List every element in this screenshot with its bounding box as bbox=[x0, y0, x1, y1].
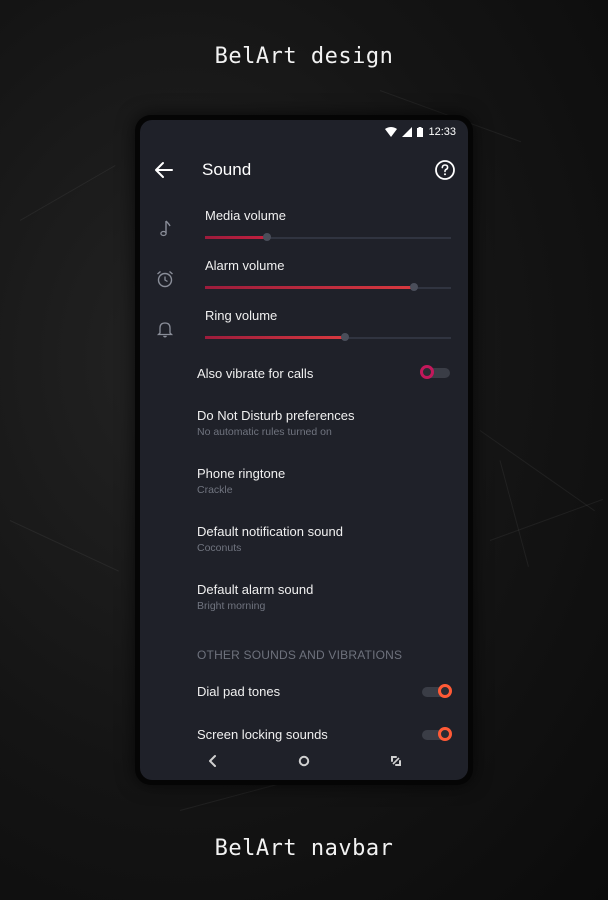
leaf-vein bbox=[479, 430, 595, 512]
slider-thumb[interactable] bbox=[262, 233, 271, 241]
vibrate-for-calls-label: Also vibrate for calls bbox=[197, 366, 314, 381]
setting-title: Do Not Disturb preferences bbox=[197, 408, 355, 423]
slider-fill bbox=[205, 236, 267, 239]
notification-sound-row[interactable]: Default notification sound Coconuts bbox=[197, 524, 457, 554]
app-bar: Sound bbox=[140, 150, 468, 190]
slider-thumb[interactable] bbox=[410, 283, 419, 291]
section-header: OTHER SOUNDS AND VIBRATIONS bbox=[197, 648, 403, 662]
dial-pad-tones-toggle[interactable] bbox=[420, 684, 452, 699]
phone-ringtone-row[interactable]: Phone ringtone Crackle bbox=[197, 466, 457, 496]
setting-summary: Crackle bbox=[197, 484, 233, 496]
setting-summary: Coconuts bbox=[197, 542, 242, 554]
alarm-volume-slider[interactable] bbox=[205, 283, 451, 293]
promo-caption-bottom: BelArt navbar bbox=[214, 836, 394, 861]
alarm-volume-label: Alarm volume bbox=[205, 258, 285, 273]
arrow-left-icon[interactable] bbox=[152, 158, 176, 182]
slider-fill bbox=[205, 336, 346, 339]
setting-title: Phone ringtone bbox=[197, 466, 286, 481]
leaf-vein bbox=[19, 165, 116, 221]
nav-home-icon[interactable] bbox=[295, 752, 313, 770]
toggle-knob bbox=[438, 684, 452, 698]
leaf-vein bbox=[9, 520, 119, 572]
music-note-icon bbox=[160, 220, 171, 237]
screen-locking-sounds-row[interactable]: Screen locking sounds bbox=[197, 727, 457, 742]
phone-screen: 12:33 Sound Media volume Alarm volume Ri… bbox=[140, 120, 468, 780]
vibrate-for-calls-toggle[interactable] bbox=[420, 365, 452, 380]
leaf-vein bbox=[499, 460, 529, 567]
vibrate-for-calls-row[interactable]: Also vibrate for calls bbox=[197, 366, 457, 381]
status-time: 12:33 bbox=[428, 126, 456, 138]
dial-pad-tones-label: Dial pad tones bbox=[197, 684, 281, 699]
toggle-knob bbox=[438, 727, 452, 741]
ring-volume-slider[interactable] bbox=[205, 333, 451, 343]
slider-thumb[interactable] bbox=[341, 333, 350, 341]
nav-bar bbox=[140, 742, 468, 780]
setting-title: Default alarm sound bbox=[197, 582, 314, 597]
setting-summary: Bright morning bbox=[197, 600, 266, 612]
alarm-sound-row[interactable]: Default alarm sound Bright morning bbox=[197, 582, 457, 612]
help-circle-icon[interactable] bbox=[434, 159, 456, 181]
page-title: Sound bbox=[202, 160, 252, 179]
ring-volume-label: Ring volume bbox=[205, 308, 278, 323]
battery-icon bbox=[417, 127, 424, 137]
dial-pad-tones-row[interactable]: Dial pad tones bbox=[197, 684, 457, 699]
setting-summary: No automatic rules turned on bbox=[197, 426, 332, 438]
dnd-preferences-row[interactable]: Do Not Disturb preferences No automatic … bbox=[197, 408, 457, 438]
screen-locking-sounds-label: Screen locking sounds bbox=[197, 727, 328, 742]
media-volume-label: Media volume bbox=[205, 208, 286, 223]
status-bar: 12:33 bbox=[385, 124, 456, 140]
nav-recents-icon[interactable] bbox=[387, 752, 405, 770]
toggle-knob bbox=[420, 365, 434, 379]
screen-locking-sounds-toggle[interactable] bbox=[420, 727, 452, 742]
phone-frame: 12:33 Sound Media volume Alarm volume Ri… bbox=[135, 115, 473, 785]
setting-title: Default notification sound bbox=[197, 524, 343, 539]
ring-volume-setting: Ring volume bbox=[205, 308, 451, 343]
bell-icon bbox=[156, 322, 174, 338]
media-volume-setting: Media volume bbox=[205, 208, 451, 243]
nav-back-icon[interactable] bbox=[204, 752, 222, 770]
media-volume-slider[interactable] bbox=[205, 233, 451, 243]
alarm-clock-icon bbox=[157, 270, 173, 288]
alarm-volume-setting: Alarm volume bbox=[205, 258, 451, 293]
signal-icon bbox=[402, 127, 413, 137]
slider-fill bbox=[205, 286, 415, 289]
wifi-icon bbox=[385, 127, 398, 137]
promo-caption-top: BelArt design bbox=[214, 44, 394, 69]
leaf-vein bbox=[489, 498, 603, 541]
